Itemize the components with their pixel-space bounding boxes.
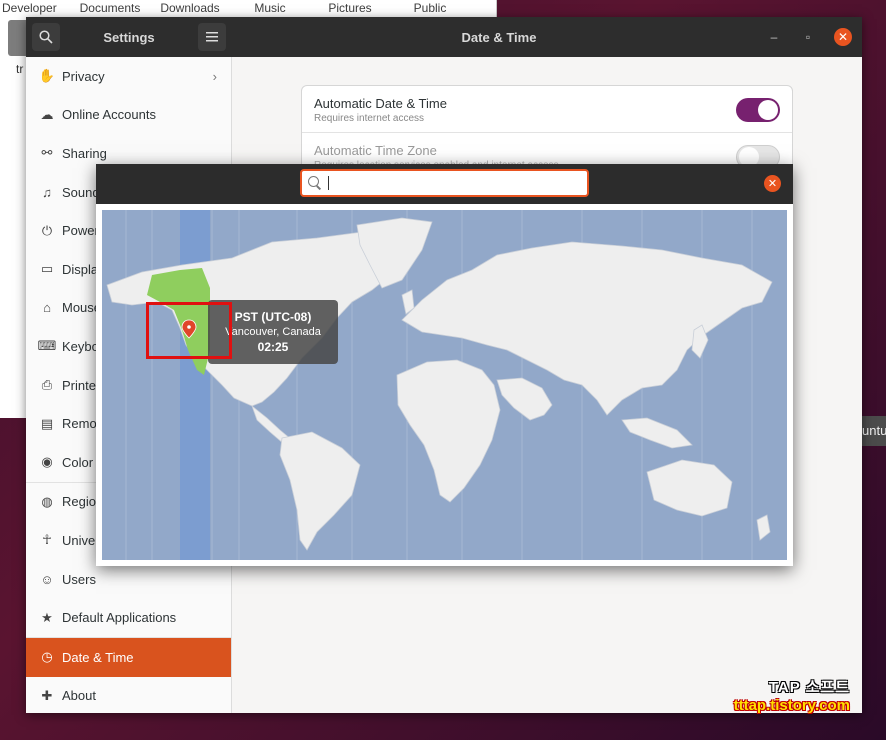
color-icon: ◉: [41, 454, 53, 470]
chevron-right-icon: ›: [212, 68, 217, 84]
row-title: Automatic Date & Time: [314, 96, 447, 111]
search-icon: [308, 176, 322, 190]
star-icon: ★: [41, 609, 53, 625]
close-button[interactable]: ✕: [834, 28, 852, 46]
globe-icon: ◍: [41, 493, 53, 509]
clock-icon: ◷: [41, 649, 53, 665]
users-icon: ☺: [40, 571, 54, 587]
removable-media-icon: ▤: [40, 415, 54, 431]
minimize-button[interactable]: –: [766, 30, 782, 44]
sidebar-item-label: About: [62, 688, 96, 704]
place-music[interactable]: Music: [230, 1, 310, 15]
watermark-line2: tttap.tistory.com: [733, 697, 850, 714]
search-icon: [39, 30, 53, 44]
timezone-search[interactable]: [300, 169, 589, 197]
watermark: TAP 소프트 tttap.tistory.com: [734, 676, 850, 714]
place-downloads[interactable]: Downloads: [150, 1, 230, 15]
place-public[interactable]: Public: [390, 1, 470, 15]
music-note-icon: ♫: [42, 184, 52, 200]
sidebar-item-label: Online Accounts: [62, 107, 156, 123]
sidebar-item-label: Privacy: [62, 68, 105, 84]
cloud-icon: ☁: [40, 106, 54, 122]
titlebar: Settings Date & Time – ▫ ✕: [26, 17, 862, 57]
power-icon: ⏻: [41, 222, 53, 238]
row-title: Automatic Time Zone: [314, 143, 437, 158]
timezone-dialog: ✕: [96, 164, 793, 566]
mouse-icon: ⌂: [43, 300, 51, 316]
page-title: Date & Time: [461, 29, 537, 45]
timezone-search-input[interactable]: [329, 175, 569, 191]
sidebar-item-label: Users: [62, 571, 96, 587]
settings-title: Settings: [103, 29, 155, 45]
menu-button[interactable]: [197, 23, 226, 51]
place-developer[interactable]: Developer: [0, 1, 70, 15]
sidebar-item-label: Sound: [62, 184, 100, 200]
dialog-close-button[interactable]: ✕: [764, 175, 781, 192]
place-documents[interactable]: Documents: [70, 1, 150, 15]
automatic-date-time-toggle[interactable]: [736, 98, 780, 122]
sidebar-item-privacy[interactable]: ✋ Privacy ›: [26, 57, 231, 96]
accessibility-icon: ☥: [42, 532, 52, 548]
printer-icon: ⎙: [41, 377, 53, 393]
world-map[interactable]: [102, 210, 787, 560]
sidebar-item-date-time[interactable]: ◷ Date & Time: [26, 637, 231, 677]
sidebar-item-label: Sharing: [62, 145, 107, 161]
share-icon: ⚯: [41, 145, 53, 161]
annotation-highlight-box: [146, 302, 232, 359]
timezone-map[interactable]: [102, 210, 787, 560]
maximize-button[interactable]: ▫: [800, 30, 816, 44]
sidebar-item-label: Default Applications: [62, 610, 177, 626]
sidebar-item-label: Power: [62, 223, 99, 239]
places-bar: Developer Documents Downloads Music Pict…: [0, 0, 496, 16]
dialog-header: ✕: [96, 164, 793, 204]
hand-icon: ✋: [38, 68, 56, 84]
search-button[interactable]: [32, 23, 60, 51]
hamburger-icon: [205, 32, 218, 42]
sidebar-item-label: Color: [62, 454, 94, 470]
display-icon: ▭: [40, 261, 54, 277]
plus-icon: ✚: [41, 687, 53, 703]
dock-label[interactable]: untu: [860, 416, 886, 446]
row-automatic-date-time[interactable]: Automatic Date & Time Requires internet …: [302, 86, 792, 133]
place-pictures[interactable]: Pictures: [310, 1, 390, 15]
sidebar-item-label: Date & Time: [62, 649, 134, 665]
sidebar-item-default-applications[interactable]: ★ Default Applications: [26, 598, 231, 637]
file-label: tr: [16, 62, 24, 76]
keyboard-icon: ⌨: [37, 338, 57, 354]
sidebar-item-about[interactable]: ✚ About: [26, 677, 231, 716]
watermark-line1: TAP 소프트: [768, 679, 850, 696]
row-subtitle: Requires internet access: [314, 113, 425, 124]
sidebar-item-online-accounts[interactable]: ☁ Online Accounts: [26, 96, 231, 135]
